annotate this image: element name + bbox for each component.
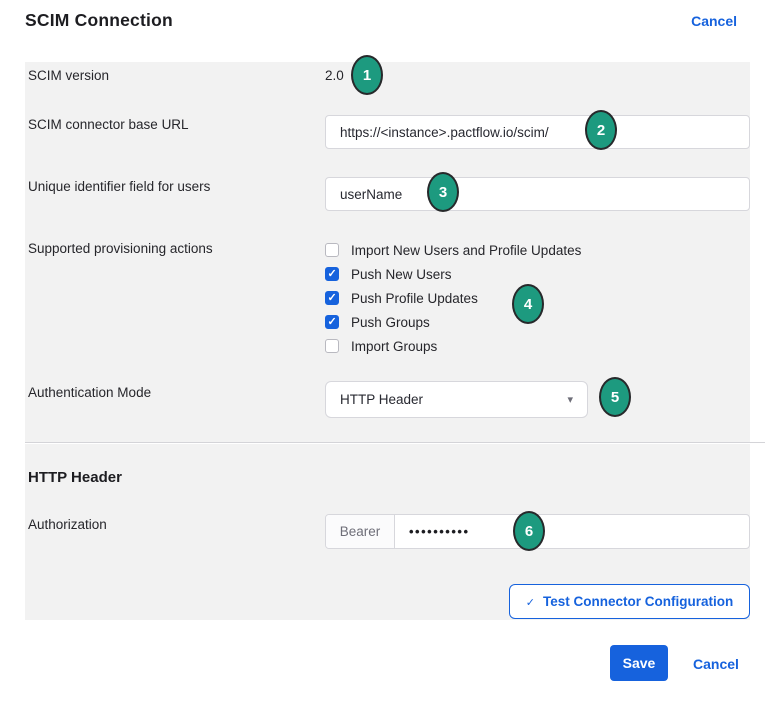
option-label: Import New Users and Profile Updates bbox=[351, 242, 582, 258]
provisioning-actions-label: Supported provisioning actions bbox=[28, 241, 213, 256]
test-button-label: Test Connector Configuration bbox=[542, 594, 734, 609]
scim-version-value: 2.0 bbox=[325, 68, 344, 83]
save-button[interactable]: Save bbox=[610, 645, 668, 681]
footer-cancel-link[interactable]: Cancel bbox=[693, 656, 739, 672]
option-import-new-users: Import New Users and Profile Updates bbox=[325, 238, 581, 262]
step-badge-2: 2 bbox=[585, 110, 617, 150]
authorization-label: Authorization bbox=[28, 517, 107, 532]
checkbox[interactable] bbox=[325, 315, 339, 329]
section-divider bbox=[25, 442, 765, 443]
test-connector-configuration-button[interactable]: ✓ Test Connector Configuration bbox=[509, 584, 750, 619]
step-badge-6: 6 bbox=[513, 511, 545, 551]
checkbox[interactable] bbox=[325, 243, 339, 257]
base-url-input-value: https://<instance>.pactflow.io/scim/ bbox=[340, 124, 549, 140]
unique-identifier-input-value: userName bbox=[340, 186, 403, 202]
option-import-groups: Import Groups bbox=[325, 334, 581, 358]
base-url-label: SCIM connector base URL bbox=[28, 117, 189, 132]
option-label: Push New Users bbox=[351, 266, 452, 282]
step-badge-4: 4 bbox=[512, 284, 544, 324]
authorization-token-input[interactable]: •••••••••• bbox=[395, 515, 749, 548]
checkbox[interactable] bbox=[325, 339, 339, 353]
check-icon: ✓ bbox=[525, 597, 535, 609]
auth-mode-selected-value: HTTP Header bbox=[340, 392, 424, 407]
step-badge-1: 1 bbox=[351, 55, 383, 95]
option-push-new-users: Push New Users bbox=[325, 262, 581, 286]
scim-connection-page: SCIM Connection Cancel SCIM version 2.0 … bbox=[0, 0, 765, 704]
auth-mode-select[interactable]: HTTP Header ▾ bbox=[325, 381, 588, 418]
chevron-down-icon: ▾ bbox=[567, 394, 573, 406]
unique-identifier-input[interactable]: userName bbox=[325, 177, 750, 211]
step-badge-3: 3 bbox=[427, 172, 459, 212]
auth-mode-label: Authentication Mode bbox=[28, 385, 152, 400]
page-title: SCIM Connection bbox=[25, 10, 173, 30]
option-label: Import Groups bbox=[351, 338, 438, 354]
checkbox[interactable] bbox=[325, 267, 339, 281]
checkbox[interactable] bbox=[325, 291, 339, 305]
option-label: Push Groups bbox=[351, 314, 430, 330]
authorization-prefix: Bearer bbox=[326, 515, 395, 548]
option-push-groups: Push Groups bbox=[325, 310, 581, 334]
header-cancel-link[interactable]: Cancel bbox=[691, 13, 737, 29]
step-badge-5: 5 bbox=[599, 377, 631, 417]
scim-version-label: SCIM version bbox=[28, 68, 110, 83]
base-url-input[interactable]: https://<instance>.pactflow.io/scim/ bbox=[325, 115, 750, 149]
http-header-section-title: HTTP Header bbox=[28, 469, 122, 486]
unique-identifier-label: Unique identifier field for users bbox=[28, 179, 211, 194]
option-label: Push Profile Updates bbox=[351, 290, 478, 306]
